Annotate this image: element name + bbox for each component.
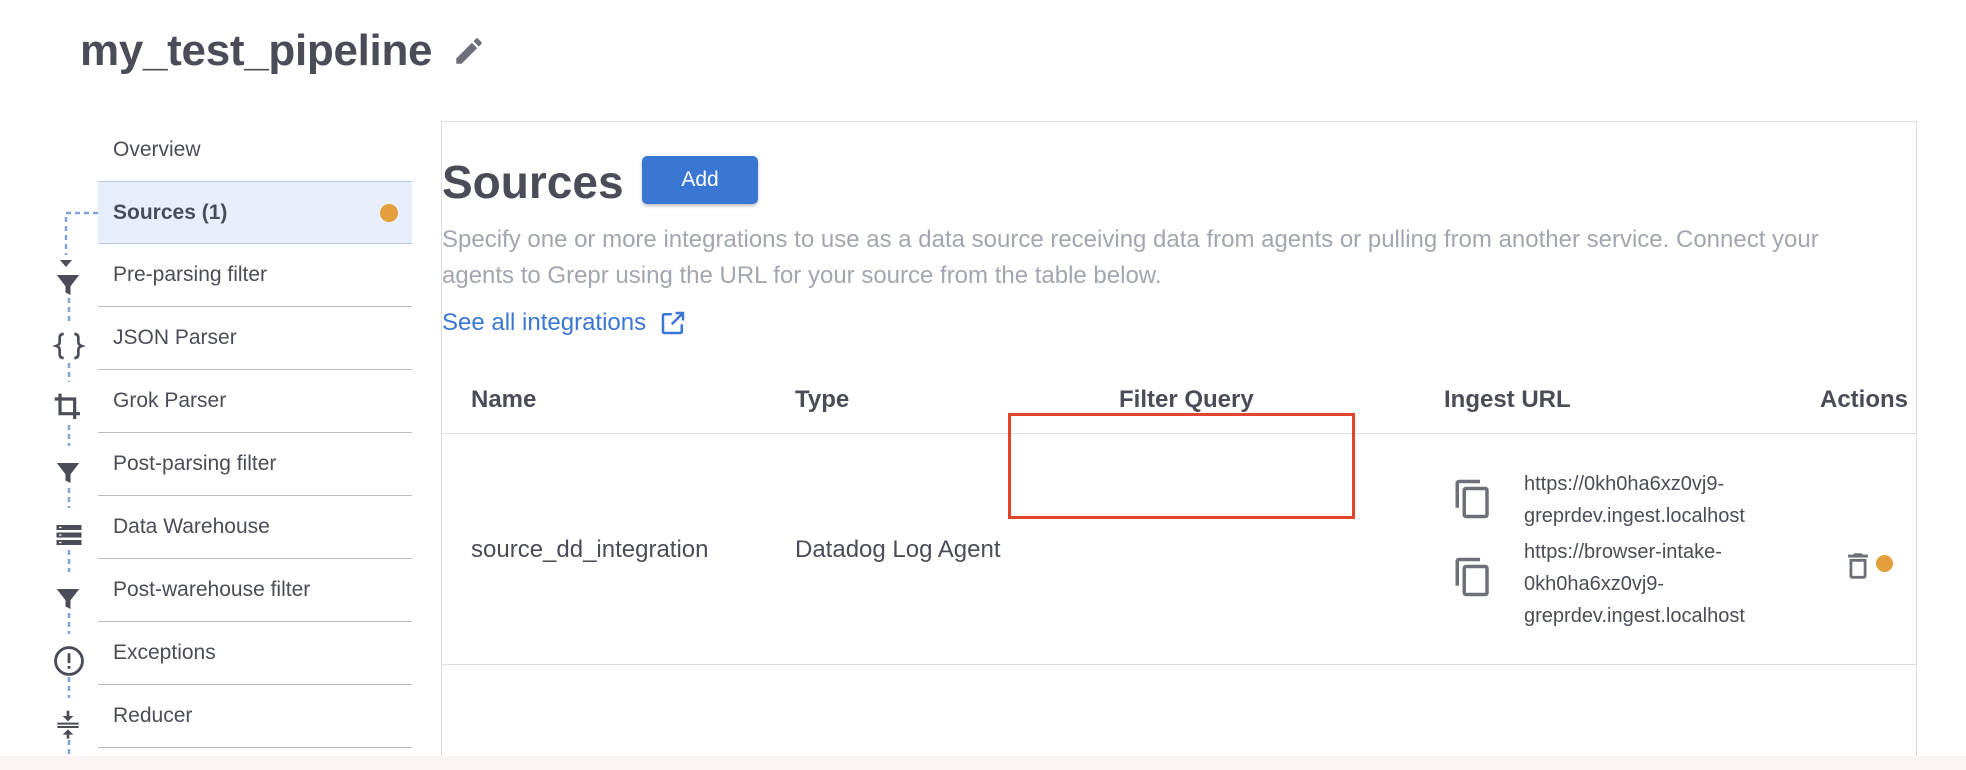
url-line: https://0kh0ha6xz0vj9- <box>1524 473 1725 495</box>
column-header-type[interactable]: Type <box>795 386 849 414</box>
source-name-cell: source_dd_integration <box>471 536 709 563</box>
step-data-warehouse[interactable]: Data Warehouse <box>98 496 412 559</box>
step-post-parsing-filter[interactable]: Post-parsing filter <box>98 433 412 496</box>
ingest-url-text: https://0kh0ha6xz0vj9- greprdev.ingest.l… <box>1524 468 1745 532</box>
url-line: https://browser-intake- <box>1524 541 1722 563</box>
url-line: greprdev.ingest.localhost <box>1524 605 1745 627</box>
page-header: my_test_pipeline <box>80 26 488 76</box>
step-grok-parser[interactable]: Grok Parser <box>98 370 412 433</box>
ingest-url-item: https://0kh0ha6xz0vj9- greprdev.ingest.l… <box>1452 468 1745 532</box>
ingest-url-item: https://browser-intake- 0kh0ha6xz0vj9- g… <box>1452 536 1745 632</box>
edit-pencil-icon[interactable] <box>450 32 488 70</box>
column-header-ingest-url[interactable]: Ingest URL <box>1444 386 1571 414</box>
url-line: greprdev.ingest.localhost <box>1524 505 1745 527</box>
step-label: Pre-parsing filter <box>113 263 268 286</box>
step-json-parser[interactable]: JSON Parser <box>98 307 412 370</box>
section-description: Specify one or more integrations to use … <box>442 226 1819 289</box>
step-post-warehouse-filter[interactable]: Post-warehouse filter <box>98 559 412 622</box>
footer-band <box>0 756 1966 770</box>
see-all-integrations-link[interactable]: See all integrations <box>442 308 688 338</box>
page-title: my_test_pipeline <box>80 26 433 75</box>
step-label: Overview <box>113 138 201 161</box>
section-heading: Sources <box>442 156 624 208</box>
step-exceptions[interactable]: Exceptions <box>98 622 412 685</box>
step-label: Post-warehouse filter <box>113 578 311 601</box>
step-label: Exceptions <box>113 641 216 664</box>
step-overview[interactable]: Overview <box>98 119 412 181</box>
step-label: Grok Parser <box>113 389 227 412</box>
step-label: Sources (1) <box>113 200 228 224</box>
pipeline-steps-nav: Overview Sources (1) Pre-parsing filter … <box>98 119 412 748</box>
copy-icon[interactable] <box>1452 536 1512 600</box>
copy-icon[interactable] <box>1452 468 1512 522</box>
highlight-box <box>1008 413 1355 519</box>
column-header-name[interactable]: Name <box>471 386 536 414</box>
status-dot <box>380 203 398 222</box>
source-type-cell: Datadog Log Agent <box>795 536 1001 563</box>
external-link-icon <box>658 308 688 338</box>
ingest-url-text: https://browser-intake- 0kh0ha6xz0vj9- g… <box>1524 536 1745 632</box>
url-line: 0kh0ha6xz0vj9- <box>1524 573 1665 595</box>
link-label: See all integrations <box>442 309 647 336</box>
column-header-actions: Actions <box>1820 386 1909 413</box>
step-label: JSON Parser <box>113 326 237 349</box>
status-dot <box>1876 555 1893 572</box>
delete-trash-icon[interactable] <box>1841 546 1875 591</box>
step-sources[interactable]: Sources (1) <box>98 181 412 244</box>
step-label: Data Warehouse <box>113 515 270 538</box>
step-pre-parsing-filter[interactable]: Pre-parsing filter <box>98 244 412 307</box>
pipeline-step-rail <box>40 120 100 770</box>
column-header-filter-query[interactable]: Filter Query <box>1119 386 1254 414</box>
step-label: Reducer <box>113 704 193 727</box>
step-reducer[interactable]: Reducer <box>98 685 412 748</box>
step-label: Post-parsing filter <box>113 452 277 475</box>
add-source-button[interactable]: Add <box>642 156 758 204</box>
